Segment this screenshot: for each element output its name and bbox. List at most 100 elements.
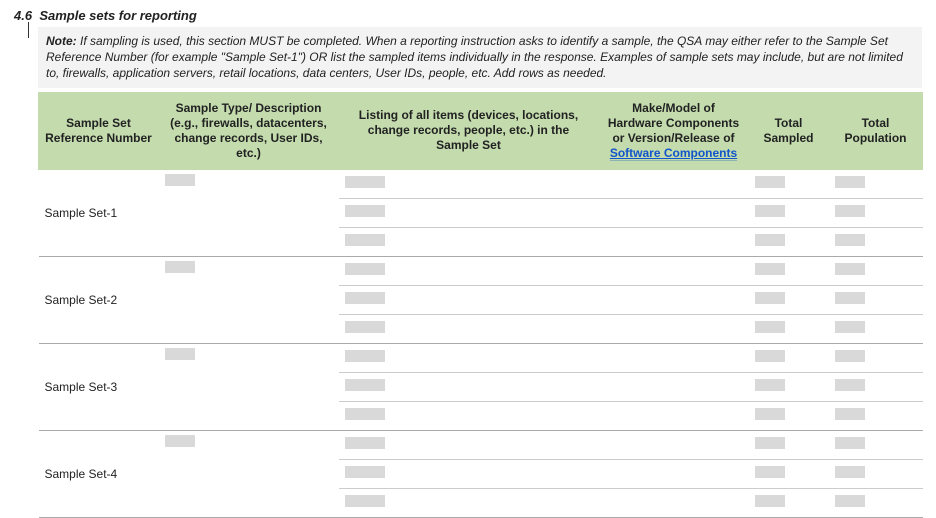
placeholder-field[interactable]	[835, 495, 865, 507]
cell-total-population[interactable]	[829, 401, 923, 430]
note-box: Note: If sampling is used, this section …	[38, 27, 922, 88]
cell-total-population[interactable]	[829, 227, 923, 256]
placeholder-field[interactable]	[345, 176, 385, 188]
cell-total-population[interactable]	[829, 169, 923, 198]
cell-sample-type[interactable]	[159, 256, 339, 343]
placeholder-field[interactable]	[165, 261, 195, 273]
cell-make-model[interactable]	[599, 459, 749, 488]
table-header-row: Sample Set Reference Number Sample Type/…	[39, 92, 923, 169]
cell-total-sampled[interactable]	[749, 169, 829, 198]
placeholder-field[interactable]	[835, 321, 865, 333]
placeholder-field[interactable]	[835, 263, 865, 275]
placeholder-field[interactable]	[345, 205, 385, 217]
placeholder-field[interactable]	[755, 176, 785, 188]
placeholder-field[interactable]	[345, 350, 385, 362]
cell-make-model[interactable]	[599, 256, 749, 285]
table-row: Sample Set-2	[39, 256, 923, 285]
cell-listing[interactable]	[339, 488, 599, 517]
placeholder-field[interactable]	[755, 437, 785, 449]
placeholder-field[interactable]	[835, 437, 865, 449]
placeholder-field[interactable]	[345, 321, 385, 333]
placeholder-field[interactable]	[755, 350, 785, 362]
cell-make-model[interactable]	[599, 314, 749, 343]
placeholder-field[interactable]	[835, 466, 865, 478]
cell-listing[interactable]	[339, 343, 599, 372]
cell-total-sampled[interactable]	[749, 285, 829, 314]
cell-total-population[interactable]	[829, 256, 923, 285]
cell-listing[interactable]	[339, 459, 599, 488]
cell-total-sampled[interactable]	[749, 227, 829, 256]
placeholder-field[interactable]	[165, 174, 195, 186]
cell-listing[interactable]	[339, 169, 599, 198]
placeholder-field[interactable]	[345, 466, 385, 478]
cell-total-sampled[interactable]	[749, 459, 829, 488]
placeholder-field[interactable]	[835, 205, 865, 217]
cell-listing[interactable]	[339, 227, 599, 256]
cell-make-model[interactable]	[599, 488, 749, 517]
placeholder-field[interactable]	[755, 466, 785, 478]
cell-total-population[interactable]	[829, 314, 923, 343]
placeholder-field[interactable]	[345, 234, 385, 246]
cell-listing[interactable]	[339, 285, 599, 314]
cell-listing[interactable]	[339, 430, 599, 459]
cell-make-model[interactable]	[599, 285, 749, 314]
placeholder-field[interactable]	[835, 379, 865, 391]
cell-total-sampled[interactable]	[749, 343, 829, 372]
cell-make-model[interactable]	[599, 343, 749, 372]
cell-total-sampled[interactable]	[749, 488, 829, 517]
cell-listing[interactable]	[339, 256, 599, 285]
placeholder-field[interactable]	[345, 379, 385, 391]
cell-total-population[interactable]	[829, 459, 923, 488]
placeholder-field[interactable]	[835, 234, 865, 246]
cell-make-model[interactable]	[599, 401, 749, 430]
cell-listing[interactable]	[339, 372, 599, 401]
cell-make-model[interactable]	[599, 227, 749, 256]
cell-total-sampled[interactable]	[749, 372, 829, 401]
cell-total-sampled[interactable]	[749, 314, 829, 343]
placeholder-field[interactable]	[835, 408, 865, 420]
cell-make-model[interactable]	[599, 169, 749, 198]
placeholder-field[interactable]	[755, 408, 785, 420]
placeholder-field[interactable]	[755, 379, 785, 391]
cell-sample-type[interactable]	[159, 169, 339, 256]
cell-listing[interactable]	[339, 198, 599, 227]
sample-sets-table: Sample Set Reference Number Sample Type/…	[38, 92, 923, 518]
placeholder-field[interactable]	[345, 263, 385, 275]
cell-total-sampled[interactable]	[749, 256, 829, 285]
cell-listing[interactable]	[339, 314, 599, 343]
placeholder-field[interactable]	[345, 437, 385, 449]
cell-total-population[interactable]	[829, 343, 923, 372]
cell-sample-type[interactable]	[159, 343, 339, 430]
cell-ref-number: Sample Set-3	[39, 343, 159, 430]
cell-make-model[interactable]	[599, 430, 749, 459]
cell-total-sampled[interactable]	[749, 401, 829, 430]
placeholder-field[interactable]	[345, 292, 385, 304]
cell-total-population[interactable]	[829, 488, 923, 517]
placeholder-field[interactable]	[165, 435, 195, 447]
placeholder-field[interactable]	[755, 292, 785, 304]
cell-make-model[interactable]	[599, 198, 749, 227]
placeholder-field[interactable]	[755, 321, 785, 333]
placeholder-field[interactable]	[755, 234, 785, 246]
placeholder-field[interactable]	[835, 292, 865, 304]
placeholder-field[interactable]	[835, 176, 865, 188]
cell-total-population[interactable]	[829, 198, 923, 227]
placeholder-field[interactable]	[755, 205, 785, 217]
placeholder-field[interactable]	[345, 495, 385, 507]
cell-total-sampled[interactable]	[749, 198, 829, 227]
cell-total-population[interactable]	[829, 372, 923, 401]
cell-listing[interactable]	[339, 401, 599, 430]
placeholder-field[interactable]	[345, 408, 385, 420]
cell-make-model[interactable]	[599, 372, 749, 401]
software-components-link[interactable]: Software Components	[610, 146, 737, 161]
cell-total-sampled[interactable]	[749, 430, 829, 459]
cell-sample-type[interactable]	[159, 430, 339, 517]
cell-total-population[interactable]	[829, 285, 923, 314]
cell-total-population[interactable]	[829, 430, 923, 459]
placeholder-field[interactable]	[165, 348, 195, 360]
placeholder-field[interactable]	[755, 495, 785, 507]
placeholder-field[interactable]	[835, 350, 865, 362]
placeholder-field[interactable]	[755, 263, 785, 275]
table-row: Sample Set-1	[39, 169, 923, 198]
cell-ref-number: Sample Set-1	[39, 169, 159, 256]
